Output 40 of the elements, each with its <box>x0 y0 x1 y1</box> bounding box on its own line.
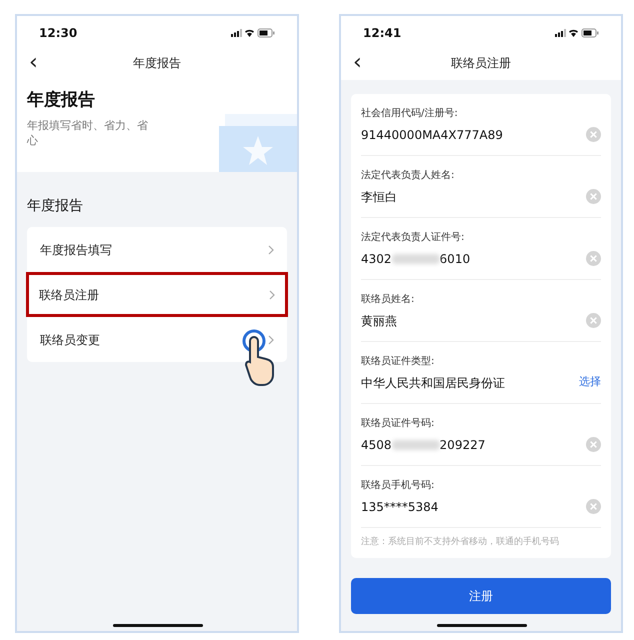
field-label: 联络员手机号码: <box>361 478 436 492</box>
field-value: 中华人民共和国居民身份证 <box>361 374 505 392</box>
menu-item[interactable]: 联络员变更 <box>27 317 287 362</box>
field-label: 社会信用代码/注册号: <box>361 106 459 120</box>
field-label: 联络员证件类型: <box>361 354 436 368</box>
section-title: 年度报告 <box>26 197 84 216</box>
chevron-icon <box>269 290 275 300</box>
chevron-icon <box>268 244 274 254</box>
field-value[interactable]: 4508 209227 <box>361 436 486 454</box>
field-value[interactable]: 4302 6010 <box>361 250 470 268</box>
field-value[interactable]: 135****5384 <box>361 498 438 516</box>
clear-icon[interactable] <box>586 313 601 328</box>
field-label: 联络员姓名: <box>361 292 416 306</box>
back-button[interactable]: ‹ <box>349 52 366 74</box>
clear-icon[interactable] <box>586 499 601 514</box>
menu-item[interactable]: 年度报告填写 <box>27 227 287 272</box>
chevron-icon <box>268 334 274 344</box>
clear-icon[interactable] <box>586 189 601 204</box>
field-value[interactable]: 黄丽燕 <box>361 312 397 330</box>
field-value[interactable]: 李恒白 <box>361 188 397 206</box>
status-time: 12:30 <box>39 25 78 42</box>
status-icons <box>555 28 599 38</box>
header-subtitle: 年报填写省时、省力、省心 <box>27 118 149 148</box>
clear-icon[interactable] <box>586 437 601 452</box>
select-link[interactable]: 选择 <box>579 374 601 391</box>
status-icons <box>231 28 275 38</box>
field-label: 法定代表负责人证件号: <box>361 230 466 244</box>
clear-icon[interactable] <box>586 127 601 142</box>
clear-icon[interactable] <box>586 251 601 266</box>
field-label: 联络员证件号码: <box>361 416 436 430</box>
field-label: 法定代表负责人姓名: <box>361 168 456 182</box>
menu-item[interactable]: 联络员注册 <box>26 272 288 317</box>
header-title: 年度报告 <box>27 89 96 112</box>
page-title: 年度报告 <box>133 55 181 72</box>
back-button[interactable]: ‹ <box>25 52 42 74</box>
register-button[interactable]: 注册 <box>351 578 611 614</box>
page-title: 联络员注册 <box>451 55 511 72</box>
field-value[interactable]: 91440000MA4X777A89 <box>361 126 503 144</box>
note-text: 注意：系统目前不支持外省移动，联通的手机号码 <box>361 536 560 549</box>
status-time: 12:41 <box>363 25 402 42</box>
